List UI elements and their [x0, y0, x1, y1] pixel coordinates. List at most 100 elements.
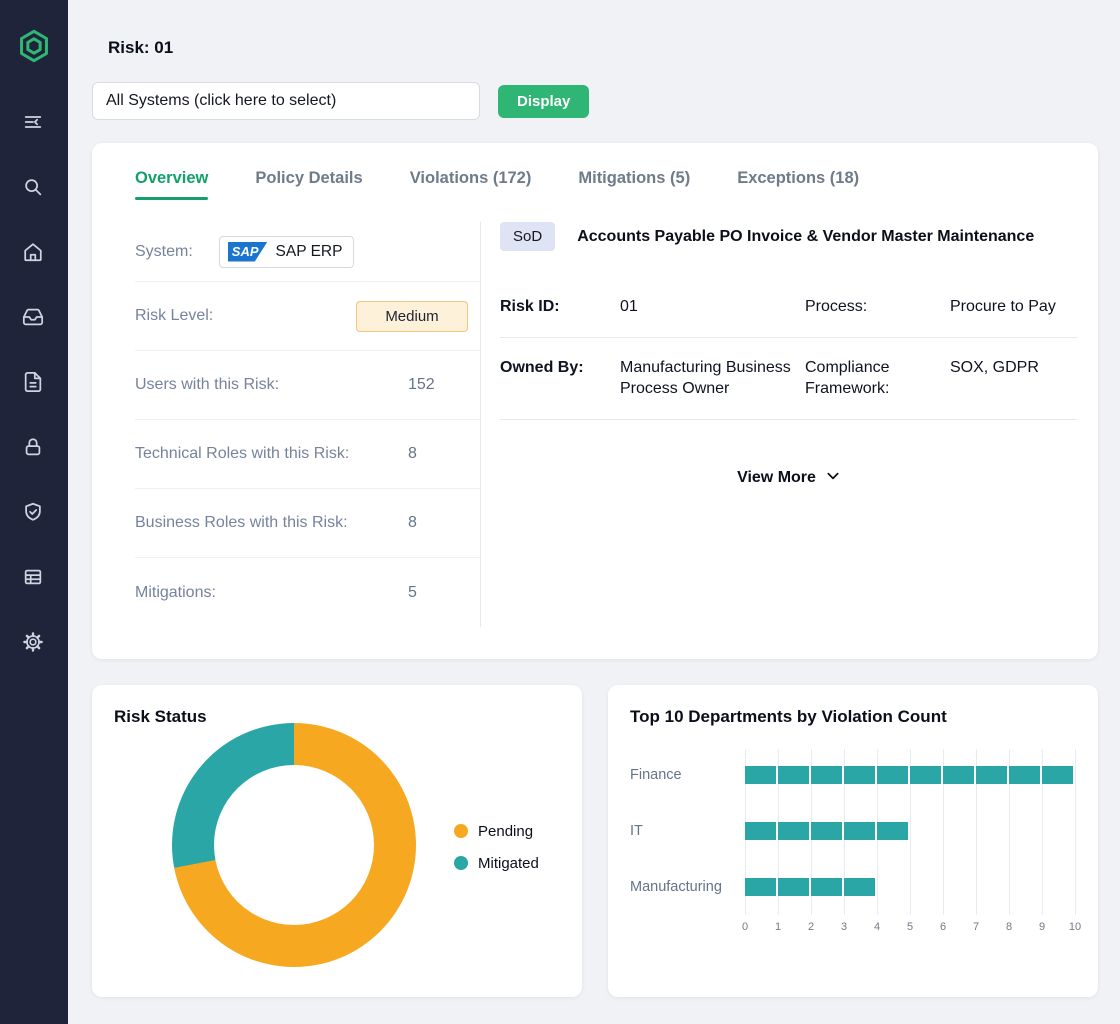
shield-nav-button[interactable] [22, 500, 46, 524]
system-name: SAP ERP [276, 243, 343, 261]
legend-label: Mitigated [478, 855, 539, 872]
search-icon [22, 176, 46, 198]
risk-level-label: Risk Level: [135, 307, 213, 325]
legend-item: Pending [454, 823, 539, 840]
field-value: 01 [620, 296, 805, 318]
field-value: SOX, GDPR [950, 357, 1078, 400]
document-nav-button[interactable] [22, 370, 46, 394]
x-tick-label: 8 [1006, 921, 1012, 933]
departments-bar-chart: FinanceITManufacturing 012345678910 [630, 747, 1076, 937]
legend-dot [454, 824, 468, 838]
field-label: Process: [805, 296, 950, 318]
field-value: Procure to Pay [950, 296, 1078, 318]
category-label: Finance [630, 767, 745, 783]
tab-overview[interactable]: Overview [135, 169, 208, 200]
bar-row: Finance [630, 747, 1076, 803]
stat-row-business-roles: Business Roles with this Risk: 8 [135, 489, 480, 558]
stat-row-technical-roles: Technical Roles with this Risk: 8 [135, 420, 480, 489]
bar-finance [745, 766, 1073, 784]
app-root: Risk: 01 All Systems (click here to sele… [0, 0, 1120, 1024]
tab-violations-172[interactable]: Violations (172) [410, 169, 532, 200]
risk-title: Accounts Payable PO Invoice & Vendor Mas… [577, 228, 1034, 246]
stat-label: Business Roles with this Risk: [135, 514, 348, 532]
search-nav-button[interactable] [22, 175, 46, 199]
risk-level-row: Risk Level: Medium [135, 282, 480, 351]
brand-hexagon-logo [16, 28, 52, 64]
x-tick-label: 7 [973, 921, 979, 933]
field-label: Owned By: [500, 357, 620, 400]
risk-level-badge: Medium [356, 301, 468, 332]
settings-gear-icon [22, 631, 46, 653]
detail-row: Owned By: Manufacturing Business Process… [500, 338, 1078, 420]
stat-value: 152 [408, 376, 435, 394]
x-tick-label: 1 [775, 921, 781, 933]
bar-row: IT [630, 803, 1076, 859]
stat-value: 8 [408, 514, 417, 532]
system-badge: SAP SAP ERP [219, 236, 355, 268]
departments-chart-title: Top 10 Departments by Violation Count [630, 707, 1076, 727]
risk-status-card: Risk Status Pending Mitigated [92, 685, 582, 997]
x-tick-label: 6 [940, 921, 946, 933]
x-tick-label: 3 [841, 921, 847, 933]
stat-label: Technical Roles with this Risk: [135, 445, 349, 463]
risk-status-title: Risk Status [114, 707, 560, 727]
risk-detail-column: SoD Accounts Payable PO Invoice & Vendor… [481, 222, 1078, 627]
sod-badge: SoD [500, 222, 555, 251]
system-label: System: [135, 243, 193, 261]
settings-nav-button[interactable] [22, 630, 46, 654]
tab-exceptions-18[interactable]: Exceptions (18) [737, 169, 859, 200]
x-tick-label: 5 [907, 921, 913, 933]
stat-value: 5 [408, 584, 417, 602]
legend-dot [454, 856, 468, 870]
charts-row: Risk Status Pending Mitigated Top 10 Depa… [92, 685, 1098, 997]
inbox-nav-button[interactable] [22, 305, 46, 329]
stat-value: 8 [408, 445, 417, 463]
view-more-button[interactable]: View More [500, 468, 1078, 489]
inbox-icon [22, 306, 46, 328]
collapse-sidebar-button[interactable] [22, 110, 46, 134]
risk-summary-column: System: SAP SAP ERP Risk Level: Medium U… [135, 222, 481, 627]
tabs: Overview Policy Details Violations (172) Mi… [135, 169, 1078, 200]
x-tick-label: 2 [808, 921, 814, 933]
lock-nav-button[interactable] [22, 435, 46, 459]
system-select[interactable]: All Systems (click here to select) [92, 82, 480, 120]
detail-row: Risk ID: 01 Process: Procure to Pay [500, 277, 1078, 338]
system-select-value: All Systems (click here to select) [106, 92, 336, 110]
document-icon [22, 371, 46, 393]
sidebar-nav [22, 110, 46, 654]
x-tick-label: 9 [1039, 921, 1045, 933]
category-label: IT [630, 823, 745, 839]
bar-manufacturing [745, 878, 875, 896]
stat-label: Mitigations: [135, 584, 216, 602]
chevron-down-icon [825, 468, 841, 489]
system-row: System: SAP SAP ERP [135, 222, 480, 282]
legend-label: Pending [478, 823, 533, 840]
x-axis-ticks: 012345678910 [745, 921, 1076, 937]
bar-it [745, 822, 908, 840]
category-label: Manufacturing [630, 879, 745, 895]
x-tick-label: 4 [874, 921, 880, 933]
display-button[interactable]: Display [498, 85, 589, 118]
field-label: Risk ID: [500, 296, 620, 318]
tab-policy-details[interactable]: Policy Details [255, 169, 362, 200]
detail-table: Risk ID: 01 Process: Procure to Pay Owne… [500, 277, 1078, 420]
overview-panel: System: SAP SAP ERP Risk Level: Medium U… [135, 222, 1078, 627]
collapse-sidebar-icon [22, 111, 46, 133]
table-icon [22, 566, 46, 588]
view-more-label: View More [737, 469, 816, 487]
shield-check-icon [22, 501, 46, 523]
table-nav-button[interactable] [22, 565, 46, 589]
chart-legend: Pending Mitigated [454, 823, 539, 872]
home-icon [22, 241, 46, 263]
toolbar: All Systems (click here to select) Displ… [92, 82, 1098, 120]
sap-logo: SAP [228, 242, 268, 262]
risk-detail-card: Overview Policy Details Violations (172) Mi… [92, 143, 1098, 659]
legend-item: Mitigated [454, 855, 539, 872]
tab-mitigations-5[interactable]: Mitigations (5) [578, 169, 690, 200]
field-label: Compliance Framework: [805, 357, 950, 400]
field-value: Manufacturing Business Process Owner [620, 357, 805, 400]
x-tick-label: 0 [742, 921, 748, 933]
home-nav-button[interactable] [22, 240, 46, 264]
stat-row-mitigations: Mitigations: 5 [135, 558, 480, 627]
sidebar [0, 0, 68, 1024]
